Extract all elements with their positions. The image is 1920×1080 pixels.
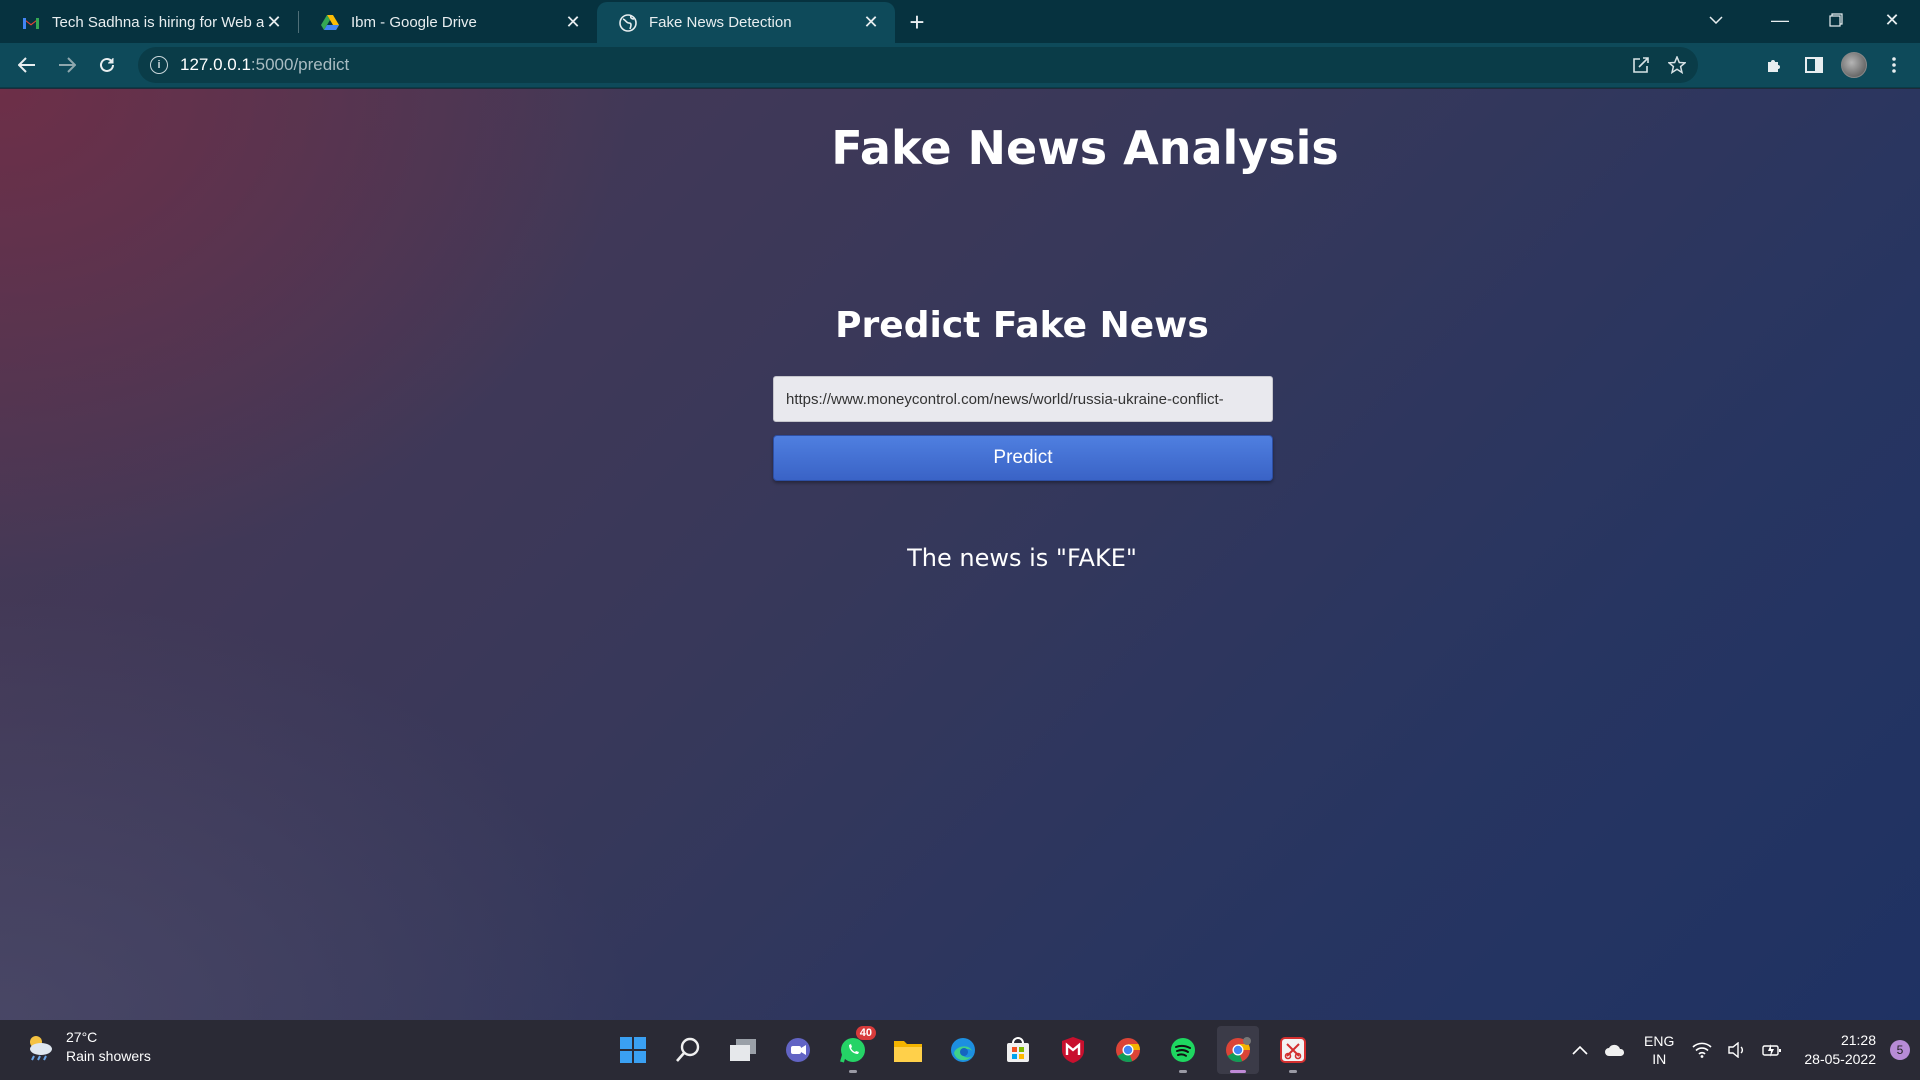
close-icon[interactable]: ✕ [264,12,284,33]
news-url-input[interactable] [773,376,1273,422]
forward-button[interactable] [47,45,87,85]
back-button[interactable] [7,45,47,85]
chrome-icon[interactable] [1107,1026,1149,1074]
url-host: 127.0.0.1 [180,55,251,74]
share-icon[interactable] [1632,56,1650,74]
start-button[interactable] [612,1026,654,1074]
system-tray: ENG IN 21:28 28-05-2022 5 [1564,1020,1910,1080]
restore-button[interactable] [1808,0,1864,40]
chevron-up-icon[interactable] [1572,1045,1588,1055]
region-code: IN [1652,1051,1667,1067]
task-view-icon[interactable] [722,1026,764,1074]
clock-time: 21:28 [1840,1032,1876,1048]
close-icon[interactable]: ✕ [563,12,583,33]
info-icon[interactable]: i [150,56,168,74]
rain-cloud-icon [24,1031,56,1063]
running-indicator [1230,1070,1246,1073]
address-bar[interactable]: i 127.0.0.1:5000/predict [138,47,1698,83]
weather-widget[interactable]: 27°C Rain showers [24,1028,151,1066]
more-menu-icon[interactable] [1876,47,1912,83]
language-indicator[interactable]: ENG IN [1644,1032,1674,1068]
tab-google-drive[interactable]: Ibm - Google Drive ✕ [299,2,597,43]
chrome-profile-icon[interactable] [1217,1026,1259,1074]
google-drive-icon [321,14,339,32]
close-icon[interactable]: ✕ [861,12,881,33]
notification-count-badge[interactable]: 5 [1890,1040,1910,1060]
chevron-down-icon[interactable] [1696,0,1736,40]
url-path: :5000/predict [250,55,350,74]
extensions-puzzle-icon[interactable] [1756,47,1792,83]
search-icon[interactable] [667,1026,709,1074]
reload-button[interactable] [87,45,127,85]
minimize-button[interactable]: — [1752,0,1808,40]
avatar [1841,52,1867,78]
profile-avatar[interactable] [1836,47,1872,83]
teams-chat-icon[interactable] [777,1026,819,1074]
tab-fake-news-detection[interactable]: Fake News Detection ✕ [597,2,895,43]
tab-gmail[interactable]: Tech Sadhna is hiring for Web and ✕ [0,2,298,43]
prediction-result: The news is "FAKE" [907,544,1137,572]
bookmark-star-icon[interactable] [1668,56,1686,74]
weather-temp: 27°C [66,1029,98,1045]
running-indicator [849,1070,857,1073]
snipping-tool-icon[interactable] [1272,1026,1314,1074]
predict-button[interactable]: Predict [773,435,1273,481]
weather-desc: Rain showers [66,1048,151,1064]
onedrive-cloud-icon[interactable] [1604,1043,1626,1057]
clock-date: 28-05-2022 [1804,1051,1876,1067]
edge-browser-icon[interactable] [942,1026,984,1074]
mcafee-icon[interactable] [1052,1026,1094,1074]
notification-badge: 40 [855,1026,876,1040]
browser-toolbar: i 127.0.0.1:5000/predict [0,43,1920,88]
browser-tab-strip: Tech Sadhna is hiring for Web and ✕ Ibm … [0,0,1920,43]
wifi-icon[interactable] [1692,1042,1712,1058]
page-title: Fake News Analysis [831,121,1339,175]
file-explorer-icon[interactable] [887,1026,929,1074]
new-tab-button[interactable]: + [899,4,935,40]
side-panel-icon[interactable] [1796,47,1832,83]
globe-icon [619,13,637,32]
volume-icon[interactable] [1728,1042,1746,1058]
close-window-button[interactable]: ✕ [1864,0,1920,40]
tab-title: Fake News Detection [649,14,792,31]
battery-icon[interactable] [1762,1042,1782,1058]
windows-taskbar: 27°C Rain showers 40 ENG IN 21:28 28-05-… [0,1020,1920,1080]
clock[interactable]: 21:28 28-05-2022 [1804,1031,1876,1069]
window-controls: — ✕ [1752,0,1920,40]
running-indicator [1179,1070,1187,1073]
tab-title: Tech Sadhna is hiring for Web and [52,14,264,31]
whatsapp-icon[interactable]: 40 [832,1026,876,1074]
language-code: ENG [1644,1033,1675,1049]
tab-title: Ibm - Google Drive [351,14,477,31]
form-heading: Predict Fake News [835,305,1209,346]
spotify-icon[interactable] [1162,1026,1204,1074]
running-indicator [1289,1070,1297,1073]
microsoft-store-icon[interactable] [997,1026,1039,1074]
page-content: Fake News Analysis Predict Fake News Pre… [0,89,1920,1020]
gmail-icon [22,14,40,32]
